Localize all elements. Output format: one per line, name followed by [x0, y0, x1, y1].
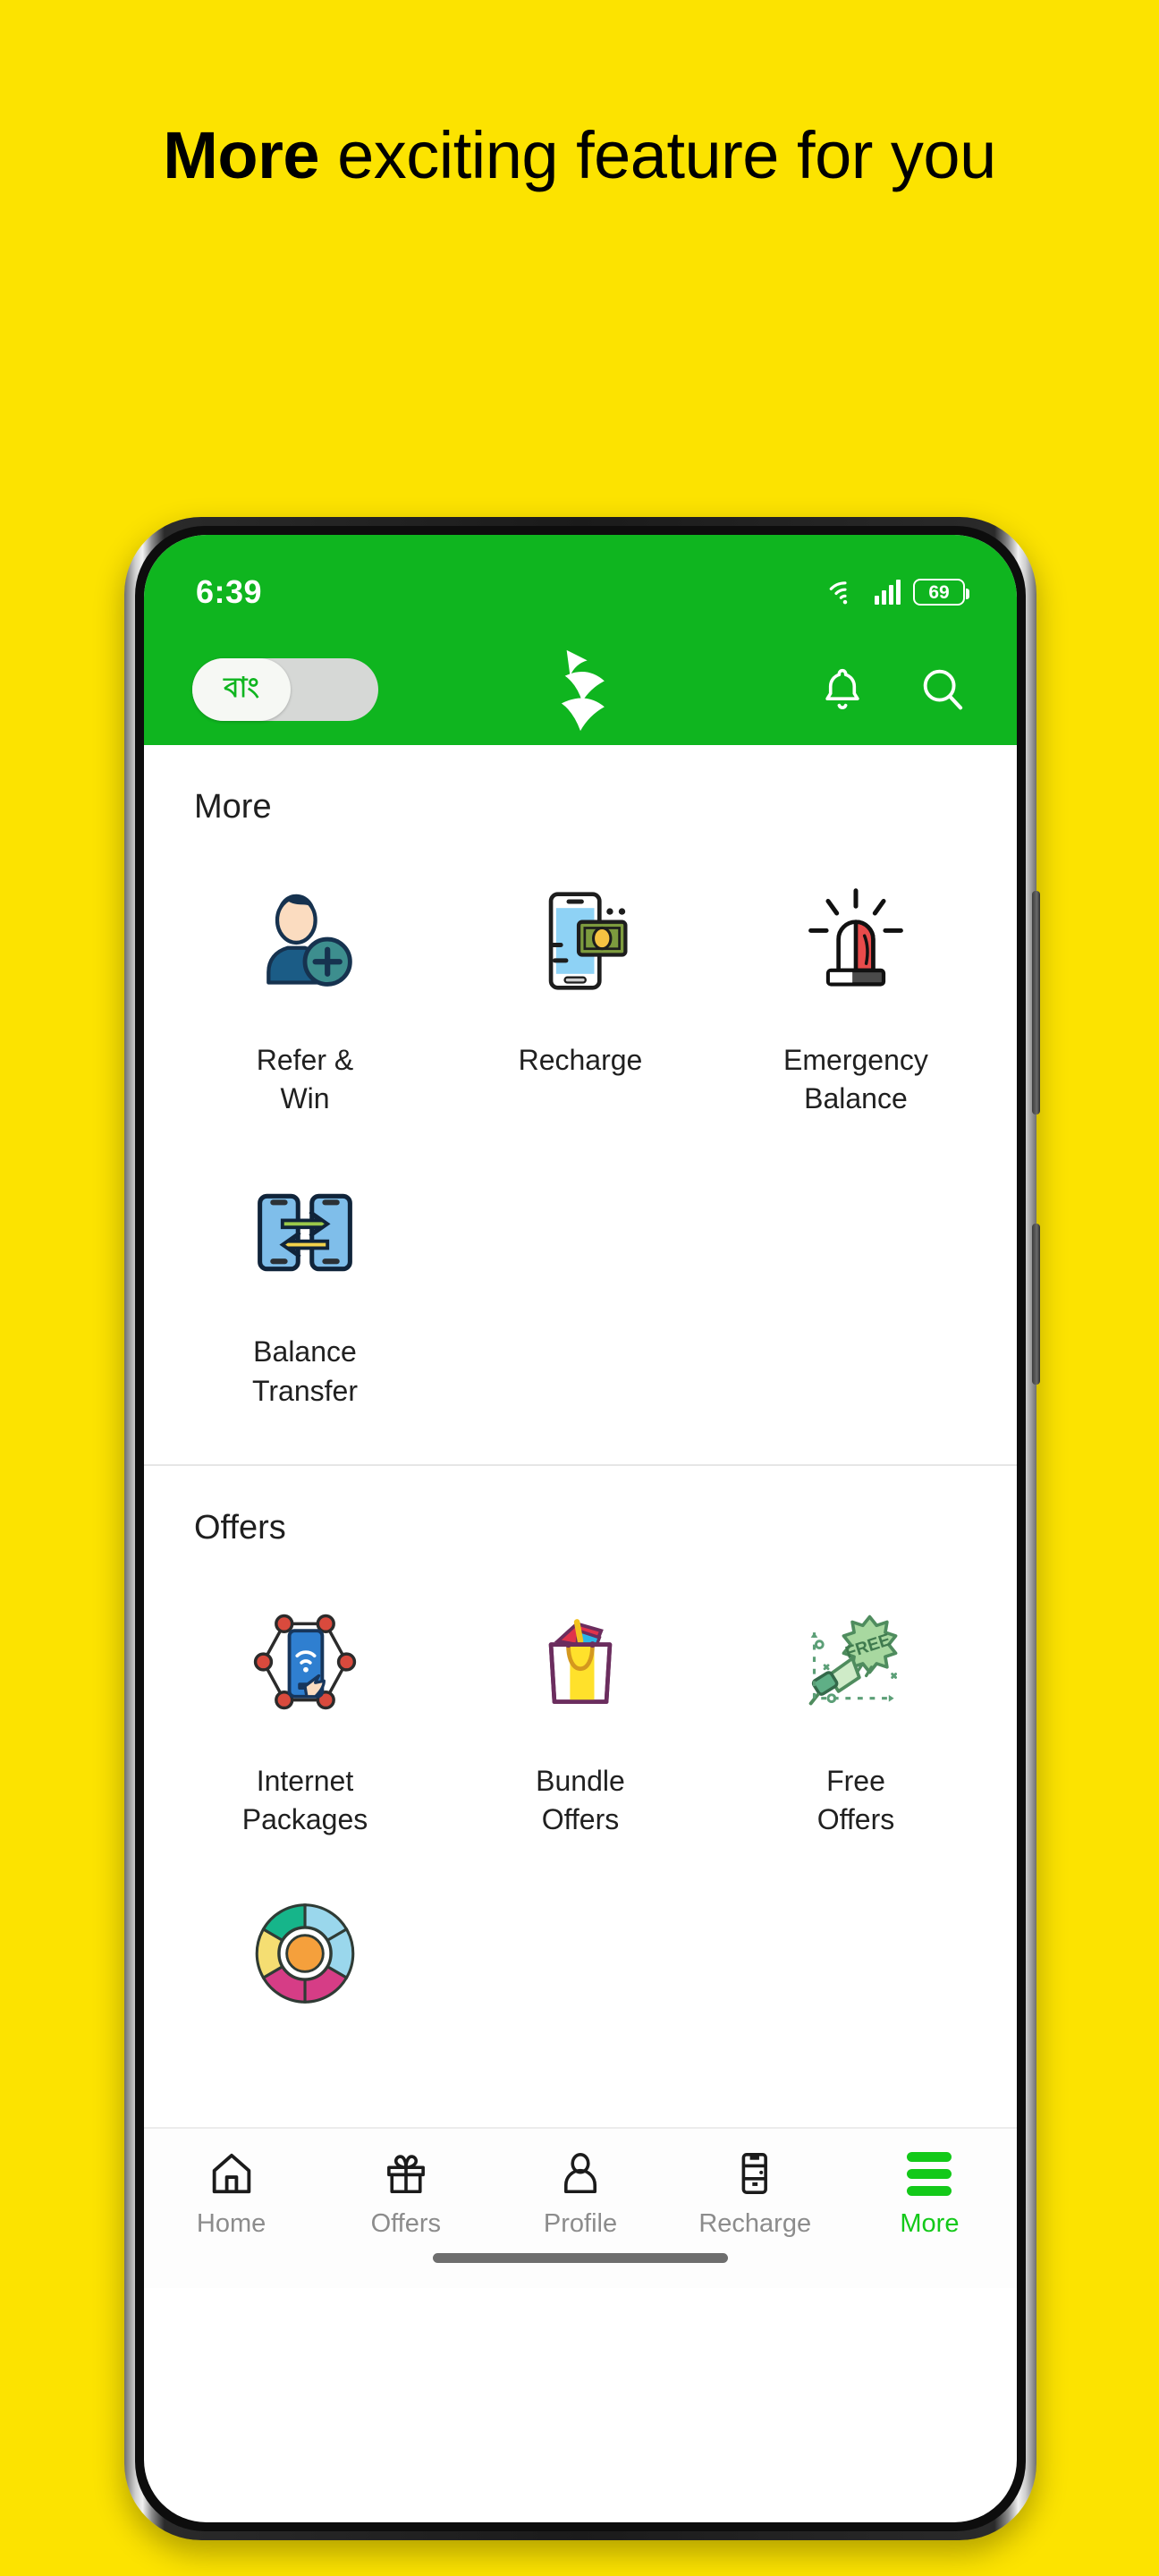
tile-label: Bundle Offers: [536, 1764, 625, 1835]
home-icon: [207, 2148, 257, 2199]
wifi-icon: [829, 581, 848, 605]
tile-label: Refer & Win: [256, 1044, 354, 1115]
gesture-bar[interactable]: [433, 2253, 728, 2263]
phone-screen: 6:39 69 বাং More Refer & Win Recharge Em…: [144, 535, 1017, 2522]
nav-item-recharge[interactable]: Recharge: [668, 2148, 842, 2239]
status-bar: 6:39 69: [144, 535, 1017, 633]
bottom-navigation: Home Offers Profile Recharge More: [144, 2127, 1017, 2288]
tile-internet-packages[interactable]: Internet Packages: [167, 1547, 443, 1839]
tile-balance-transfer[interactable]: Balance Transfer: [167, 1118, 443, 1410]
app-header-actions: [816, 664, 969, 716]
battery-icon: 69: [913, 579, 969, 606]
color-wheel-icon: [246, 1894, 364, 2012]
power-button[interactable]: [1032, 1224, 1040, 1385]
refer-win-icon: [246, 882, 364, 1000]
tile-label: Free Offers: [816, 1764, 895, 1835]
battery-percent: 69: [928, 581, 950, 603]
language-toggle-knob[interactable]: বাং: [192, 657, 291, 721]
tile-label: Internet Packages: [241, 1764, 368, 1835]
nav-item-offers[interactable]: Offers: [318, 2148, 493, 2239]
nav-label: Recharge: [698, 2209, 812, 2238]
status-icon-group: 69: [828, 579, 969, 606]
brand-swoosh-logo: [561, 649, 605, 731]
tile-color-wheel[interactable]: [167, 1839, 443, 2054]
tile-grid-more: Refer & Win Recharge Emergency Balance B…: [144, 826, 1017, 1411]
nav-label: Home: [196, 2209, 266, 2238]
tile-refer-win[interactable]: Refer & Win: [167, 826, 443, 1118]
language-toggle[interactable]: বাং: [192, 657, 378, 721]
tile-free-offers[interactable]: FREE Free Offers: [718, 1547, 994, 1839]
recharge-card-icon: [730, 2148, 780, 2199]
screen-content: More Refer & Win Recharge Emergency Bala…: [144, 745, 1017, 2288]
nav-item-more[interactable]: More: [842, 2148, 1017, 2239]
promo-headline-bold: More: [163, 118, 320, 192]
tile-recharge[interactable]: Recharge: [443, 826, 718, 1118]
tile-label: Emergency Balance: [783, 1044, 928, 1115]
internet-packages-icon: [246, 1603, 364, 1721]
promo-headline: More exciting feature for you: [0, 116, 1159, 194]
recharge-icon: [521, 882, 639, 1000]
app-header: বাং: [144, 633, 1017, 745]
tile-grid-offers: Internet Packages Bundle Offers FREE Fre…: [144, 1547, 1017, 2054]
bell-icon[interactable]: [816, 664, 868, 716]
section-title-more: More: [194, 788, 272, 826]
nav-item-profile[interactable]: Profile: [493, 2148, 667, 2239]
search-icon[interactable]: [917, 664, 969, 716]
language-toggle-label: বাং: [224, 671, 259, 703]
volume-button[interactable]: [1032, 891, 1040, 1114]
tile-bundle-offers[interactable]: Bundle Offers: [443, 1547, 718, 1839]
section-title-offers: Offers: [194, 1508, 286, 1546]
free-offers-icon: FREE: [797, 1603, 915, 1721]
signal-bars-icon: [875, 580, 901, 605]
status-clock: 6:39: [196, 573, 263, 610]
nav-label: More: [900, 2209, 960, 2238]
tile-label: Recharge: [518, 1044, 643, 1076]
tile-label: Balance Transfer: [252, 1335, 358, 1407]
gift-icon: [381, 2148, 431, 2199]
section-more: More Refer & Win Recharge Emergency Bala…: [144, 745, 1017, 1411]
phone-mockup: 6:39 69 বাং More Refer & Win Recharge Em…: [124, 517, 1040, 2540]
emergency-balance-icon: [797, 882, 915, 1000]
person-icon: [555, 2148, 605, 2199]
nav-label: Profile: [543, 2209, 618, 2238]
tile-emergency-balance[interactable]: Emergency Balance: [718, 826, 994, 1118]
hamburger-icon: [904, 2148, 954, 2199]
promo-headline-rest: exciting feature for you: [319, 118, 996, 192]
section-offers: Offers Internet Packages Bundle Offers F…: [144, 1466, 1017, 2054]
nav-label: Offers: [370, 2209, 442, 2238]
bundle-offers-icon: [521, 1603, 639, 1721]
nav-item-home[interactable]: Home: [144, 2148, 318, 2239]
balance-transfer-icon: [246, 1174, 364, 1292]
